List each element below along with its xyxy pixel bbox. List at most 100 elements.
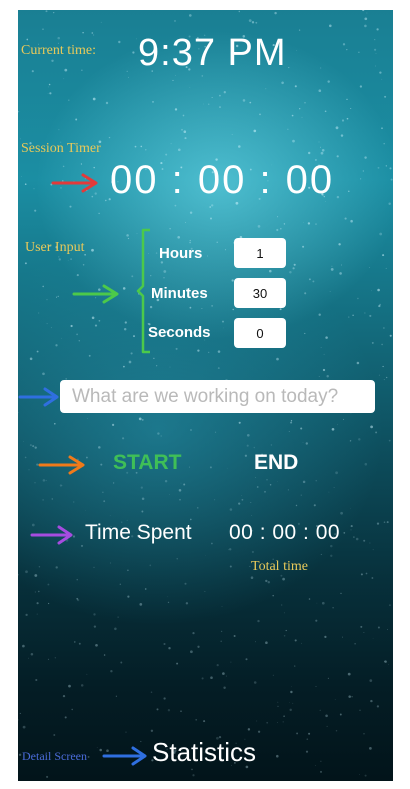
speck — [62, 694, 66, 698]
speck — [302, 245, 305, 248]
speck — [302, 480, 306, 484]
start-button[interactable]: START — [113, 451, 181, 475]
annotation-session-timer: Session Timer — [21, 141, 101, 156]
speck — [122, 437, 125, 440]
speck — [25, 613, 28, 617]
speck — [318, 376, 320, 377]
speck — [265, 641, 268, 644]
speck — [47, 602, 50, 605]
speck — [269, 269, 272, 273]
speck — [358, 773, 360, 775]
speck — [34, 482, 36, 484]
speck — [188, 466, 190, 468]
speck — [238, 10, 241, 13]
speck — [91, 195, 94, 198]
speck — [270, 444, 273, 446]
speck — [371, 341, 374, 344]
speck — [350, 525, 353, 528]
speck — [73, 501, 75, 503]
speck — [386, 521, 389, 524]
speck — [321, 601, 325, 605]
speck — [315, 619, 318, 622]
speck — [383, 142, 385, 145]
speck — [360, 178, 362, 180]
speck — [277, 722, 278, 723]
speck — [23, 441, 24, 443]
speck — [219, 94, 221, 97]
speck — [174, 20, 176, 22]
speck — [132, 51, 135, 54]
speck — [306, 738, 309, 741]
speck — [55, 296, 58, 298]
speck — [42, 285, 45, 288]
speck — [69, 205, 72, 208]
speck — [372, 637, 374, 639]
speck — [163, 270, 167, 273]
speck — [224, 249, 226, 251]
speck — [93, 166, 95, 169]
speck — [169, 228, 171, 230]
statistics-link[interactable]: Statistics — [152, 737, 256, 768]
speck — [381, 78, 383, 80]
arrow-icon — [51, 173, 98, 193]
speck — [343, 532, 346, 534]
speck — [110, 670, 113, 673]
speck — [364, 156, 367, 159]
speck — [139, 603, 143, 606]
speck — [57, 36, 60, 40]
speck — [276, 754, 279, 758]
speck — [167, 709, 171, 712]
speck — [181, 128, 183, 131]
speck — [256, 486, 259, 488]
speck — [359, 709, 361, 712]
annotation-detail-screen: Detail Screen — [22, 749, 87, 763]
end-button[interactable]: END — [254, 451, 298, 475]
speck — [377, 166, 380, 169]
speck — [299, 108, 301, 110]
speck — [105, 101, 109, 105]
speck — [75, 118, 78, 121]
speck — [253, 129, 257, 133]
speck — [350, 507, 351, 509]
speck — [331, 427, 335, 431]
speck — [175, 75, 176, 76]
speck — [364, 24, 367, 28]
speck — [390, 178, 393, 181]
minutes-input[interactable] — [234, 278, 286, 308]
speck — [141, 510, 144, 513]
speck — [385, 165, 387, 167]
speck — [304, 102, 306, 104]
speck — [341, 119, 345, 122]
speck — [259, 113, 261, 116]
speck — [57, 295, 59, 298]
hours-input[interactable] — [234, 238, 286, 268]
speck — [184, 137, 187, 140]
speck — [174, 204, 177, 207]
speck — [322, 368, 326, 372]
speck — [140, 740, 142, 743]
speck — [35, 678, 38, 682]
speck — [55, 566, 58, 569]
speck — [248, 19, 252, 22]
speck — [358, 438, 361, 441]
speck — [140, 486, 143, 489]
seconds-input[interactable] — [234, 318, 286, 348]
annotation-current-time: Current time: — [21, 43, 97, 58]
speck — [389, 167, 392, 170]
speck — [61, 484, 63, 486]
hours-label: Hours — [159, 245, 203, 262]
seconds-label: Seconds — [148, 324, 211, 341]
speck — [195, 718, 198, 721]
speck — [375, 65, 377, 67]
speck — [308, 151, 311, 155]
task-input[interactable] — [60, 380, 375, 413]
speck — [109, 515, 111, 516]
speck — [131, 275, 134, 278]
speck — [340, 134, 344, 137]
speck — [34, 591, 37, 593]
speck — [225, 675, 227, 677]
speck — [336, 155, 339, 158]
speck — [217, 350, 221, 353]
speck — [24, 456, 27, 459]
speck — [389, 334, 392, 337]
